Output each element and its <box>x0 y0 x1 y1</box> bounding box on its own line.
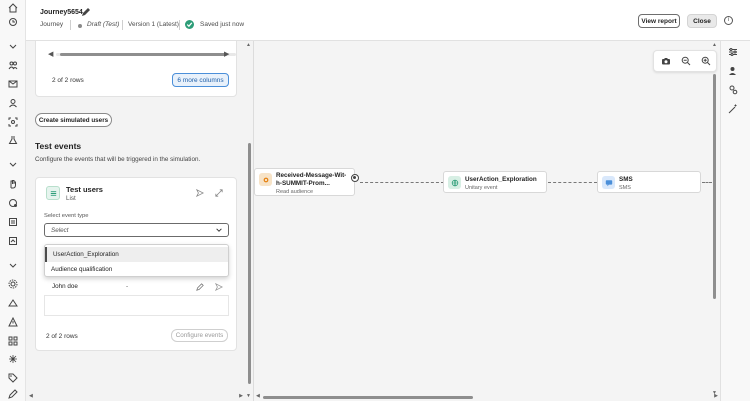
connector-line <box>702 182 712 183</box>
rows-count: 2 of 2 rows <box>52 77 84 84</box>
test-users-title: Test users <box>66 185 103 194</box>
create-simulated-users-button[interactable]: Create simulated users <box>35 113 112 127</box>
canvas-hscroll-thumb[interactable] <box>263 396 473 399</box>
audience-icon <box>259 173 272 186</box>
close-button[interactable]: Close <box>687 14 717 28</box>
edit-row-icon[interactable] <box>196 283 204 291</box>
node-connector[interactable] <box>351 174 359 182</box>
node-subtitle: Read audience <box>276 189 314 195</box>
users-table-card: ◀ ▶ 2 of 2 rows 6 more columns <box>35 41 237 97</box>
divider <box>70 20 71 30</box>
scroll-right-icon[interactable]: ▶ <box>224 50 229 58</box>
view-report-button[interactable]: View report <box>638 14 680 28</box>
simulation-panel: ◀ ▶ 2 of 2 rows 6 more columns Create si… <box>26 41 254 401</box>
test-events-description: Configure the events that will be trigge… <box>35 156 201 163</box>
network-icon[interactable] <box>7 353 19 365</box>
table-row-empty <box>44 296 229 316</box>
more-columns-button[interactable]: 6 more columns <box>172 73 229 87</box>
flask-icon[interactable] <box>7 134 19 146</box>
table-row[interactable]: John doe - <box>44 278 229 296</box>
journey-node-useraction[interactable]: UserAction_Exploration Unitary event <box>443 171 547 193</box>
connector-line <box>548 182 597 183</box>
select-placeholder: Select <box>51 227 69 234</box>
expand-icon[interactable] <box>215 189 223 197</box>
send-icon[interactable] <box>195 188 205 198</box>
panel-hscroll-track[interactable]: ◀ ▶ <box>26 393 246 401</box>
messages-icon[interactable] <box>7 78 19 90</box>
channel-icon[interactable] <box>7 297 19 309</box>
magic-wand-icon[interactable] <box>728 104 738 114</box>
page-header: Journey5654 Journey Draft (Test) Version… <box>26 0 750 41</box>
decisioning-icon[interactable] <box>7 197 19 209</box>
event-type-label: Select event type <box>44 213 89 219</box>
divider <box>122 20 123 30</box>
panel-vscroll-thumb[interactable] <box>248 143 251 384</box>
user-value: - <box>126 283 129 290</box>
tag-icon[interactable] <box>7 372 19 384</box>
status-label: Draft (Test) <box>87 21 120 28</box>
event-type-select[interactable]: Select <box>44 223 229 237</box>
configure-events-button[interactable]: Configure events <box>171 329 228 342</box>
zoom-in-icon[interactable] <box>701 56 711 66</box>
test-events-title: Test events <box>35 141 82 151</box>
edit-pen-icon[interactable] <box>7 388 19 400</box>
canvas-toolbar <box>653 50 717 72</box>
option-useraction-exploration[interactable]: UserAction_Exploration <box>45 247 228 262</box>
left-nav-rail <box>0 0 26 401</box>
recent-icon[interactable] <box>7 16 19 28</box>
list-icon <box>46 186 60 200</box>
node-title: SMS <box>619 176 633 183</box>
edit-title-icon[interactable] <box>81 7 91 17</box>
user-name: John doe <box>52 283 78 290</box>
node-subtitle: Unitary event <box>465 185 498 191</box>
settings-icon[interactable] <box>7 278 19 290</box>
send-row-icon[interactable] <box>214 282 224 292</box>
test-profile-icon[interactable] <box>728 66 738 76</box>
node-title: Received-Message-Wit-h-SUMMIT-Prom... <box>276 172 347 187</box>
content-icon[interactable] <box>7 216 19 228</box>
journey-type-label: Journey <box>40 21 64 28</box>
info-icon[interactable]: i <box>724 16 733 25</box>
report-icon[interactable] <box>7 235 19 247</box>
integrations-icon[interactable] <box>7 335 19 347</box>
version-label: Version 1 (Latest) <box>128 21 179 28</box>
journey-node-sms[interactable]: SMS SMS <box>597 171 701 193</box>
journey-node-read-audience[interactable]: Received-Message-Wit-h-SUMMIT-Prom... Re… <box>254 168 355 196</box>
right-tools-panel <box>720 41 750 401</box>
home-icon[interactable] <box>7 2 19 14</box>
collapse-chevron-icon[interactable] <box>7 40 19 52</box>
option-audience-qualification[interactable]: Audience qualification <box>45 262 228 277</box>
rows-count: 2 of 2 rows <box>46 333 78 340</box>
test-users-subtitle: List <box>66 195 76 202</box>
camera-icon[interactable] <box>661 56 671 66</box>
people-icon[interactable] <box>7 59 19 71</box>
saved-status: Saved just now <box>200 21 245 28</box>
segment-icon[interactable] <box>7 116 19 128</box>
table-hscroll-thumb[interactable] <box>60 53 227 56</box>
node-subtitle: SMS <box>619 185 631 191</box>
globe-event-icon <box>448 176 461 189</box>
scroll-left-icon[interactable]: ◀ <box>48 50 53 58</box>
canvas-vscroll-thumb[interactable] <box>713 74 716 299</box>
alert-icon[interactable] <box>7 316 19 328</box>
properties-icon[interactable] <box>728 47 738 57</box>
collapse-chevron-icon[interactable] <box>7 158 19 170</box>
chevron-down-icon <box>215 226 223 234</box>
saved-check-icon <box>185 20 194 29</box>
event-type-dropdown: UserAction_Exploration Audience qualific… <box>44 244 229 277</box>
collapse-chevron-icon[interactable] <box>7 259 19 271</box>
node-title: UserAction_Exploration <box>465 176 537 183</box>
connector-line <box>360 182 444 183</box>
hand-icon[interactable] <box>7 178 19 190</box>
journey-title: Journey5654 <box>40 9 83 16</box>
journey-canvas[interactable] <box>254 41 720 393</box>
sms-icon <box>602 176 615 189</box>
search-profile-icon[interactable] <box>728 85 738 95</box>
profile-icon[interactable] <box>7 97 19 109</box>
status-dot <box>78 24 82 28</box>
divider <box>179 20 180 30</box>
zoom-out-icon[interactable] <box>681 56 691 66</box>
